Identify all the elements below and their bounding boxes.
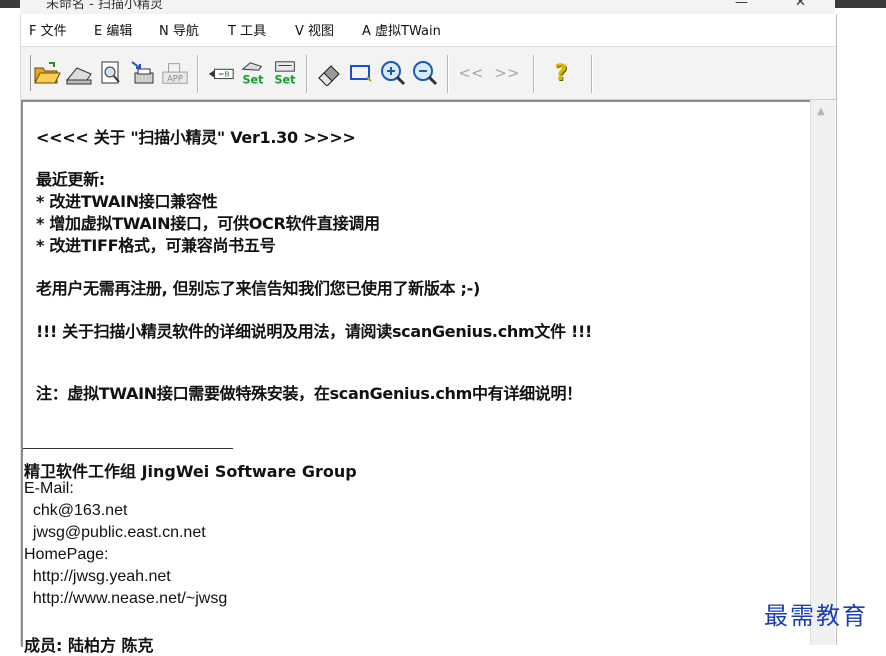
scan-settings-icon[interactable]: Set bbox=[271, 59, 299, 87]
homepage-label: HomePage: bbox=[24, 546, 109, 563]
zoom-out-icon[interactable] bbox=[411, 59, 439, 87]
toolbar-grip[interactable] bbox=[26, 55, 31, 91]
toolbar-separator bbox=[306, 55, 307, 93]
next-icon[interactable]: >> bbox=[493, 59, 521, 87]
scroll-up-icon[interactable]: ▲ bbox=[817, 106, 825, 117]
vertical-scrollbar[interactable]: ▲ bbox=[810, 100, 835, 645]
menu-virtual-twain[interactable]: A 虚拟TWain bbox=[362, 22, 441, 42]
scanner-icon[interactable] bbox=[65, 59, 93, 87]
watermark: 最需教育 bbox=[764, 602, 868, 630]
recent-updates-label: 最近更新: bbox=[36, 170, 105, 189]
email-label: E-Mail: bbox=[24, 480, 74, 497]
toolbar-separator bbox=[447, 55, 448, 93]
toolbar-separator bbox=[197, 55, 198, 93]
title-bar: 未命名 - 扫描小精灵 — ✕ bbox=[20, 0, 835, 14]
eraser-icon[interactable] bbox=[315, 59, 343, 87]
select-source-icon[interactable]: =B bbox=[207, 59, 235, 87]
menu-edit[interactable]: E 编辑 bbox=[94, 22, 132, 42]
toolbar-separator bbox=[591, 55, 592, 93]
signature-divider bbox=[23, 448, 233, 449]
open-folder-icon[interactable] bbox=[33, 59, 61, 87]
menu-bar: F 文件 E 编辑 N 导航 T 工具 V 视图 A 虚拟TWain bbox=[21, 22, 836, 44]
select-rect-icon[interactable] bbox=[347, 59, 375, 87]
email-address: jwsg@public.east.cn.net bbox=[24, 524, 206, 541]
toolbar: APP =B Set Set << >> ? bbox=[21, 46, 836, 100]
text-view[interactable]: <<<< 关于 "扫描小精灵" Ver1.30 >>>> 最近更新: * 改进T… bbox=[21, 100, 810, 655]
group-name: 精卫软件工作组 JingWei Software Group bbox=[24, 462, 357, 481]
menu-view[interactable]: V 视图 bbox=[295, 22, 334, 42]
homepage-url: http://www.nease.net/~jwsg bbox=[24, 590, 228, 607]
email-address: chk@163.net bbox=[24, 502, 128, 519]
prev-icon[interactable]: << bbox=[457, 59, 485, 87]
close-button[interactable]: ✕ bbox=[795, 0, 806, 10]
preview-icon[interactable] bbox=[97, 59, 125, 87]
app-label: APP bbox=[167, 73, 183, 83]
app-icon[interactable]: APP bbox=[161, 59, 189, 87]
update-item: * 改进TWAIN接口兼容性 bbox=[36, 192, 218, 211]
app-window: F 文件 E 编辑 N 导航 T 工具 V 视图 A 虚拟TWain APP =… bbox=[20, 14, 837, 655]
menu-tools[interactable]: T 工具 bbox=[228, 22, 266, 42]
members: 成员: 陆柏方 陈克 bbox=[24, 636, 154, 655]
homepage-url: http://jwsg.yeah.net bbox=[24, 568, 171, 585]
registration-note: 老用户无需再注册, 但别忘了来信告知我们您已使用了新版本 ;-) bbox=[36, 279, 480, 298]
update-item: * 改进TIFF格式，可兼容尚书五号 bbox=[36, 236, 276, 255]
minimize-button[interactable]: — bbox=[735, 0, 748, 10]
about-heading: <<<< 关于 "扫描小精灵" Ver1.30 >>>> bbox=[36, 128, 356, 147]
update-item: * 增加虚拟TWAIN接口，可供OCR软件直接调用 bbox=[36, 214, 380, 233]
acquire-icon[interactable] bbox=[129, 59, 157, 87]
window-title: 未命名 - 扫描小精灵 bbox=[46, 0, 163, 12]
help-icon[interactable]: ? bbox=[547, 59, 575, 87]
scan-set-icon[interactable]: Set bbox=[239, 59, 267, 87]
scan-settings-label: Set bbox=[275, 73, 297, 86]
svg-text:=B: =B bbox=[218, 70, 229, 79]
manual-note: !!! 关于扫描小精灵软件的详细说明及用法，请阅读scanGenius.chm文… bbox=[36, 322, 593, 341]
zoom-in-icon[interactable] bbox=[379, 59, 407, 87]
menu-file[interactable]: F 文件 bbox=[29, 22, 67, 42]
toolbar-separator bbox=[533, 55, 534, 93]
install-note: 注：虚拟TWAIN接口需要做特殊安装，在scanGenius.chm中有详细说明… bbox=[36, 384, 582, 403]
menu-navigate[interactable]: N 导航 bbox=[159, 22, 199, 42]
scan-set-label: Set bbox=[243, 73, 265, 86]
